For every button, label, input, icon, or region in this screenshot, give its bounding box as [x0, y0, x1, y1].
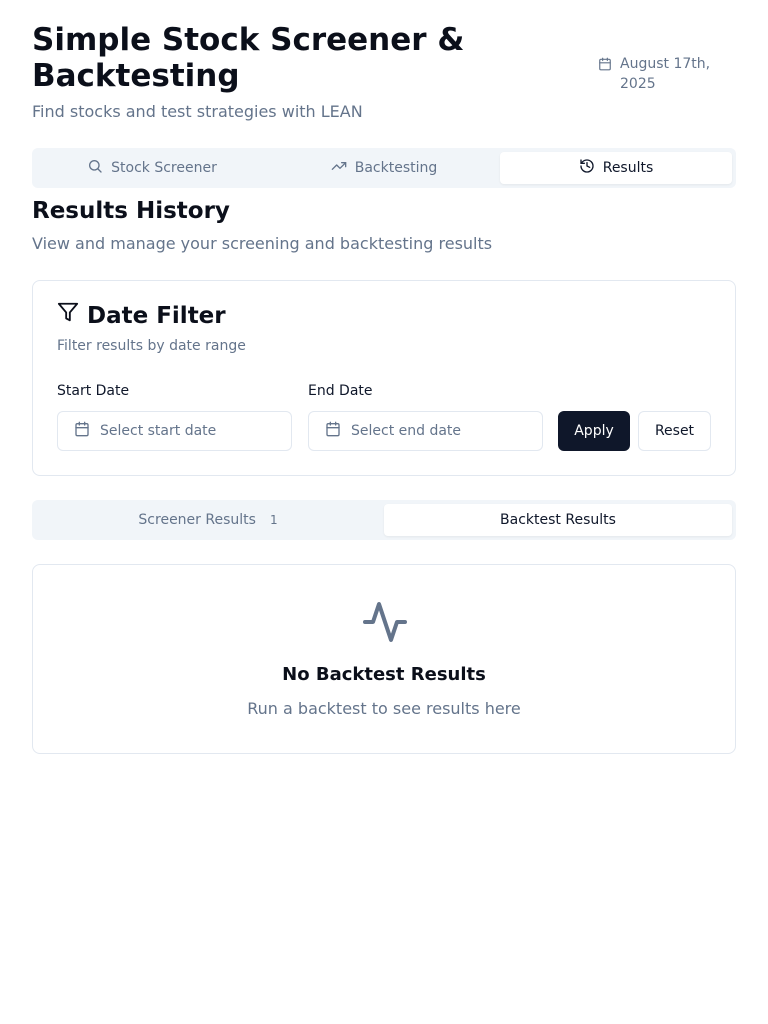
filter-icon [57, 301, 79, 331]
date-filter-title-text: Date Filter [87, 303, 226, 329]
date-filter-card: Date Filter Filter results by date range… [32, 280, 736, 476]
tab-backtest-results[interactable]: Backtest Results [384, 504, 732, 536]
tab-results[interactable]: Results [500, 152, 732, 184]
app-subtitle: Find stocks and test strategies with LEA… [32, 102, 363, 121]
count-badge: 1 [269, 513, 278, 527]
tab-label: Backtesting [354, 160, 438, 176]
results-history-subtitle: View and manage your screening and backt… [32, 234, 493, 253]
result-tabs: Screener Results 1 Backtest Results [32, 500, 736, 540]
tab-label: Backtest Results [500, 512, 616, 528]
current-date: August 17th, 2025 [598, 54, 728, 94]
calendar-icon [598, 57, 612, 77]
reset-button[interactable]: Reset [638, 411, 711, 451]
trending-up-icon [331, 158, 347, 178]
end-date-picker[interactable]: Select end date [308, 411, 543, 451]
start-date-picker[interactable]: Select start date [57, 411, 292, 451]
app-title: Simple Stock Screener & Backtesting [32, 22, 465, 94]
tab-label: Results [602, 160, 654, 176]
end-date-placeholder: Select end date [351, 423, 462, 439]
tab-stock-screener[interactable]: Stock Screener [36, 152, 268, 184]
tab-label: Stock Screener [111, 160, 217, 176]
activity-icon [361, 598, 409, 650]
empty-state-description: Run a backtest to see results here [247, 699, 521, 718]
history-icon [579, 158, 595, 178]
end-date-label: End Date [308, 383, 373, 399]
empty-state-title: No Backtest Results [282, 664, 486, 685]
tab-label: Screener Results [138, 512, 256, 528]
app-page: Simple Stock Screener & Backtesting Find… [0, 0, 768, 1024]
calendar-icon [325, 421, 341, 441]
tab-backtesting[interactable]: Backtesting [268, 152, 500, 184]
results-history-title: Results History [32, 198, 230, 224]
tab-screener-results[interactable]: Screener Results 1 [36, 504, 384, 536]
start-date-placeholder: Select start date [100, 423, 217, 439]
date-filter-title: Date Filter [57, 301, 226, 331]
search-icon [87, 158, 103, 178]
main-tabs: Stock Screener Backtesting Results [32, 148, 736, 188]
current-date-text: August 17th, 2025 [620, 56, 711, 92]
calendar-icon [74, 421, 90, 441]
date-filter-description: Filter results by date range [57, 338, 246, 354]
apply-button[interactable]: Apply [558, 411, 630, 451]
start-date-label: Start Date [57, 383, 130, 399]
empty-state-card: No Backtest Results Run a backtest to se… [32, 564, 736, 754]
